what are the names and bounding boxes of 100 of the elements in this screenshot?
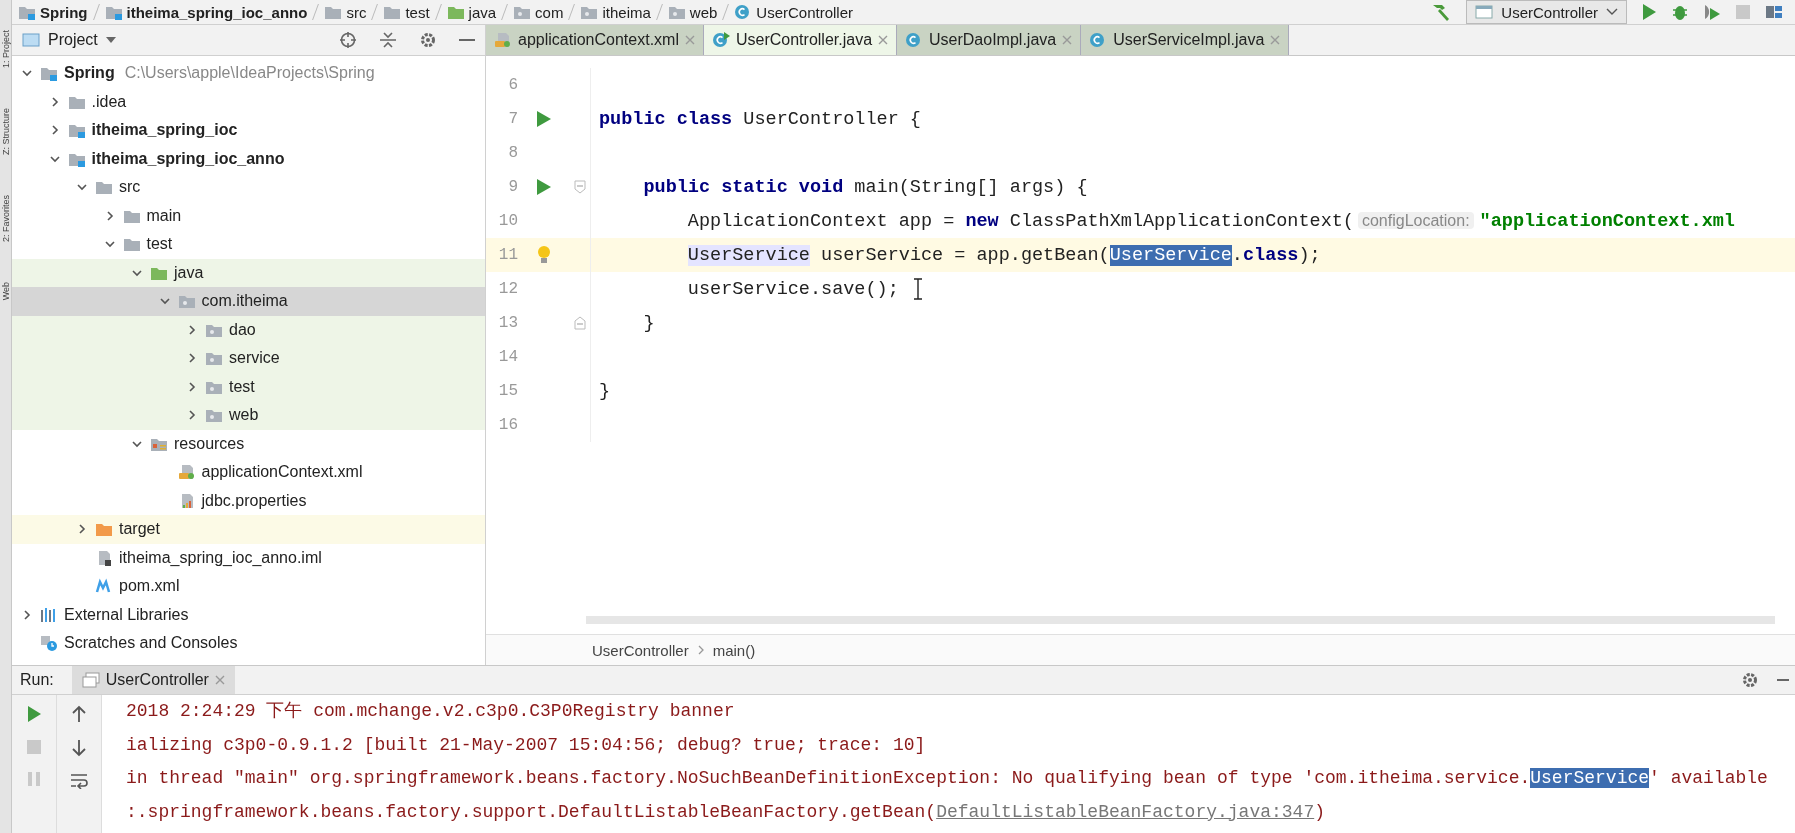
application-icon xyxy=(1475,5,1494,19)
breadcrumb-item[interactable]: UserController xyxy=(734,3,854,21)
tree-item[interactable]: test xyxy=(12,372,485,401)
package-icon xyxy=(205,350,223,367)
up-arrow-icon[interactable] xyxy=(71,705,87,723)
tree-item[interactable]: itheima_spring_ioc_anno xyxy=(12,144,485,173)
line-number: 12 xyxy=(497,280,518,298)
tree-item[interactable]: applicationContext.xml xyxy=(12,458,485,487)
run-icon[interactable] xyxy=(1641,3,1657,21)
structure-icon[interactable] xyxy=(1765,3,1783,21)
text-cursor-icon xyxy=(912,278,923,300)
settings-icon[interactable] xyxy=(1741,671,1759,689)
line-number: 13 xyxy=(497,314,518,332)
breadcrumb-item[interactable]: itheima_spring_ioc_anno xyxy=(104,3,308,21)
run-tab[interactable]: UserController xyxy=(71,666,235,694)
tree-item[interactable]: main xyxy=(12,201,485,230)
tree-item[interactable]: External Libraries xyxy=(12,600,485,629)
crosshair-icon[interactable] xyxy=(339,31,357,49)
code-line: public class UserController { xyxy=(598,108,921,130)
scratch-icon xyxy=(40,635,58,652)
folder-icon xyxy=(95,179,113,196)
breadcrumb-item[interactable]: main() xyxy=(712,641,756,659)
line-number: 8 xyxy=(507,144,518,162)
breadcrumb-item[interactable]: UserController xyxy=(592,641,689,659)
breadcrumb-item[interactable]: Spring xyxy=(18,3,88,21)
caret-icon xyxy=(105,37,116,43)
code-line: userService.save(); xyxy=(686,278,899,300)
folder-icon xyxy=(446,4,465,20)
collapse-all-icon[interactable] xyxy=(379,31,397,49)
horizontal-scrollbar[interactable] xyxy=(586,616,1775,624)
tree-item[interactable]: jdbc.properties xyxy=(12,486,485,515)
class-icon xyxy=(711,32,730,48)
xml-file-icon xyxy=(177,464,196,481)
breadcrumb-item[interactable]: src xyxy=(324,3,367,21)
folder-icon xyxy=(95,521,113,538)
code-line: UserService userService = app.getBean(UserService.class); xyxy=(686,244,1321,266)
code-line: public static void main(String[] args) { xyxy=(642,176,1088,198)
tree-item[interactable]: itheima_spring_ioc xyxy=(12,116,485,145)
tool-window-button[interactable]: 1: Project xyxy=(0,30,11,69)
chevron-icon xyxy=(696,644,705,656)
tree-item[interactable]: resources xyxy=(12,429,485,458)
package-icon xyxy=(177,293,196,310)
editor-tab[interactable]: UserController.java xyxy=(703,25,898,55)
console-line: in thread "main" org.springframework.beans.factory.NoSuchBeanDefinitionException: No qualifying bean of type 'com.itheima.service.UserService' available xyxy=(126,767,1769,790)
tool-window-button[interactable]: 2: Favorites xyxy=(0,195,11,243)
folder-icon xyxy=(383,4,402,20)
package-icon xyxy=(513,4,532,20)
tree-item[interactable]: target xyxy=(12,515,485,544)
soft-wrap-icon[interactable] xyxy=(70,773,88,789)
code-line: ApplicationContext app = new ClassPathXmlApplicationContext( configLocation: "applicationContext.xml xyxy=(686,210,1735,232)
line-number: 16 xyxy=(497,416,518,434)
editor-tab[interactable]: UserServiceImpl.java xyxy=(1081,25,1290,55)
tree-item[interactable]: Scratches and Consoles xyxy=(12,629,485,658)
line-number: 7 xyxy=(507,110,518,128)
console-line: ializing c3p0-0.9.1.2 [built 21-May-2007 15:04:56; debug? true; trace: 10] xyxy=(126,733,927,757)
down-arrow-icon[interactable] xyxy=(71,739,87,757)
tree-item[interactable]: itheima_spring_ioc_anno.iml xyxy=(12,543,485,572)
module-folder-icon xyxy=(104,4,123,20)
window-icon xyxy=(22,32,40,48)
console-line: 2018 2:24:29 下午 com.mchange.v2.c3p0.C3P0Registry banner xyxy=(126,700,736,723)
tree-item[interactable]: .idea xyxy=(12,87,485,116)
line-number: 10 xyxy=(497,212,518,230)
settings-icon[interactable] xyxy=(419,31,437,49)
breadcrumb-item[interactable]: com xyxy=(513,3,564,21)
run-icon[interactable] xyxy=(536,110,552,128)
folder-icon xyxy=(324,4,343,20)
module-folder-icon xyxy=(18,4,36,20)
close-icon[interactable] xyxy=(878,35,889,45)
line-number: 15 xyxy=(497,382,518,400)
minimize-icon[interactable] xyxy=(1777,678,1789,682)
run-icon[interactable] xyxy=(536,178,552,196)
line-number: 6 xyxy=(507,76,518,94)
tree-item[interactable]: dao xyxy=(12,315,485,344)
line-number: 14 xyxy=(497,348,518,366)
rerun-icon[interactable] xyxy=(26,705,42,723)
breadcrumb-item[interactable]: java xyxy=(446,3,497,21)
tree-item[interactable]: java xyxy=(12,258,485,287)
tree-item[interactable]: src xyxy=(12,173,485,202)
run-configuration-dropdown[interactable]: UserController xyxy=(1466,0,1627,24)
code-line: } xyxy=(642,312,655,334)
project-view-dropdown[interactable]: Project xyxy=(22,31,116,49)
minimize-icon[interactable] xyxy=(459,38,475,42)
lightbulb-icon[interactable] xyxy=(537,245,551,265)
breadcrumb-item[interactable]: itheima xyxy=(580,3,651,21)
coverage-run-icon[interactable] xyxy=(1703,3,1721,21)
breadcrumb-item[interactable]: web xyxy=(667,3,718,21)
editor-tab[interactable]: UserDaoImpl.java xyxy=(897,25,1082,55)
breadcrumb-item[interactable]: test xyxy=(383,3,430,21)
tree-item[interactable]: pom.xml xyxy=(12,572,485,601)
tree-item[interactable]: Spring C:\Users\apple\IdeaProjects\Spring xyxy=(12,59,485,88)
tool-window-button[interactable]: Web xyxy=(0,282,11,301)
maven-icon xyxy=(95,578,113,595)
tree-item[interactable]: service xyxy=(12,344,485,373)
tree-item[interactable]: test xyxy=(12,230,485,259)
tree-item[interactable]: web xyxy=(12,401,485,430)
editor-tab[interactable]: applicationContext.xml xyxy=(486,25,704,55)
bug-icon[interactable] xyxy=(1671,3,1689,21)
tool-window-button[interactable]: Z: Structure xyxy=(0,108,11,156)
tree-item[interactable]: com.itheima xyxy=(12,287,485,316)
package-icon xyxy=(580,4,599,20)
